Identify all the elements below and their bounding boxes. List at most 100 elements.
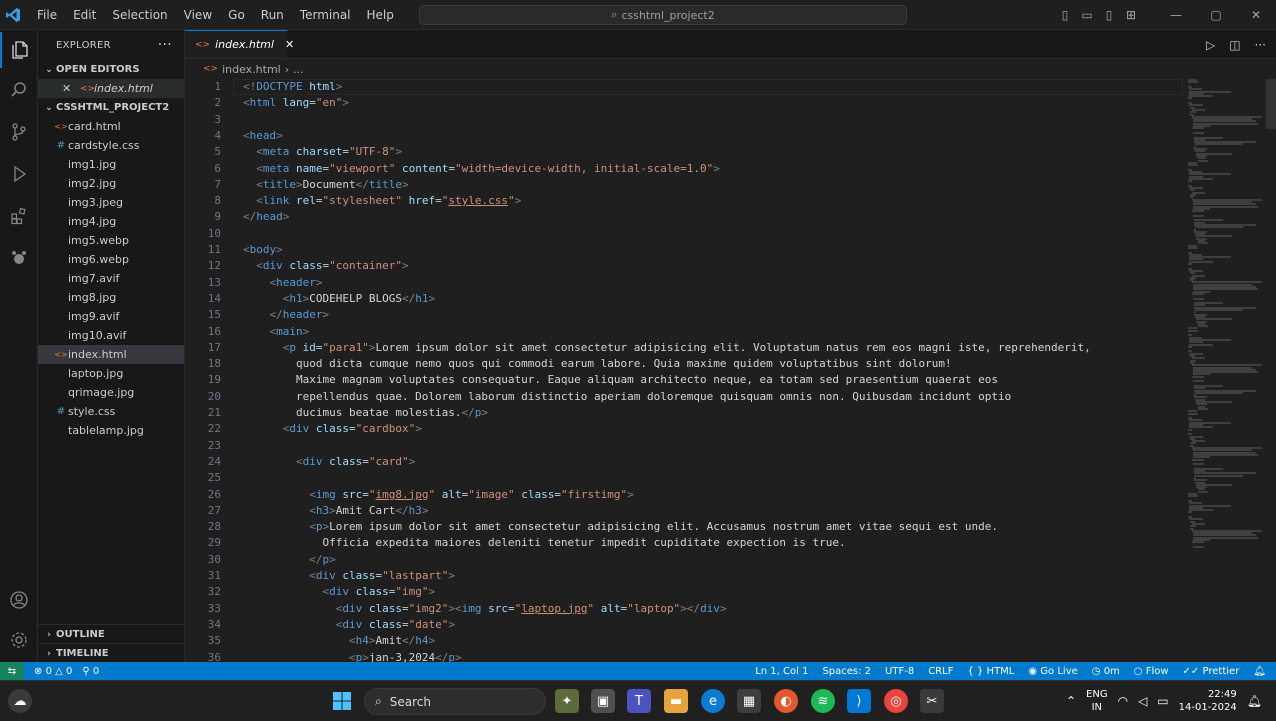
file-label: cardstyle.css: [68, 139, 140, 152]
menu-view[interactable]: View: [177, 5, 219, 25]
menu-go[interactable]: Go: [221, 5, 252, 25]
more-actions-icon[interactable]: ···: [158, 37, 172, 53]
language-mode[interactable]: { } HTML: [967, 666, 1014, 677]
file-item[interactable]: img4.jpg: [38, 212, 184, 231]
open-editor-item[interactable]: ✕ <> index.html: [38, 79, 184, 98]
store-icon[interactable]: ▦: [737, 689, 761, 713]
code-line: 30 </p>: [185, 552, 1185, 568]
customize-layout-icon[interactable]: ⊞: [1120, 8, 1142, 22]
volume-icon[interactable]: ◁: [1138, 694, 1147, 708]
search-view-icon[interactable]: [0, 72, 38, 108]
run-file-icon[interactable]: ▷: [1206, 38, 1215, 52]
go-live-button[interactable]: ◉ Go Live: [1028, 666, 1077, 677]
file-item[interactable]: img7.avif: [38, 269, 184, 288]
encoding[interactable]: UTF-8: [885, 666, 914, 677]
windows-start-icon[interactable]: [330, 689, 354, 713]
file-item[interactable]: <> index.html: [38, 345, 184, 364]
file-item[interactable]: img1.jpg: [38, 155, 184, 174]
menu-run[interactable]: Run: [254, 5, 291, 25]
file-item[interactable]: # cardstyle.css: [38, 136, 184, 155]
problems-indicator[interactable]: ⊗ 0 △ 0: [34, 666, 72, 677]
battery-icon[interactable]: ▭: [1157, 694, 1168, 708]
file-item[interactable]: img2.jpg: [38, 174, 184, 193]
run-debug-icon[interactable]: [0, 156, 38, 192]
file-item[interactable]: img10.avif: [38, 326, 184, 345]
file-item[interactable]: tablelamp.jpg: [38, 421, 184, 440]
code-text: <p id="para1">Lorem ipsum dolor sit amet…: [282, 340, 1091, 354]
code-text: <title>Document</title>: [256, 177, 409, 191]
teams-icon[interactable]: T: [627, 689, 651, 713]
snipping-tool-icon[interactable]: ✂: [920, 689, 944, 713]
file-item[interactable]: qrimage.jpg: [38, 383, 184, 402]
show-hidden-icons-icon[interactable]: ⌃: [1066, 694, 1076, 708]
close-window-icon[interactable]: ✕: [1236, 8, 1276, 22]
widgets-icon[interactable]: ☁: [8, 689, 32, 713]
wifi-icon[interactable]: ◠: [1118, 694, 1128, 708]
edge-icon[interactable]: e: [701, 689, 725, 713]
toggle-panel-icon[interactable]: ▭: [1076, 8, 1098, 22]
file-item[interactable]: # style.css: [38, 402, 184, 421]
explorer-icon[interactable]: [0, 32, 38, 68]
copilot-icon[interactable]: ✦: [555, 689, 579, 713]
close-editor-icon[interactable]: ✕: [62, 82, 76, 95]
code-text: <meta name="viewport" content="width=dev…: [256, 161, 720, 175]
file-item[interactable]: laptop.jpg: [38, 364, 184, 383]
file-item[interactable]: img5.webp: [38, 231, 184, 250]
tab-index-html[interactable]: <> index.html ✕: [185, 30, 294, 58]
more-actions-icon[interactable]: ···: [1255, 38, 1266, 52]
firefox-icon[interactable]: ◐: [774, 689, 798, 713]
remote-explorer-icon[interactable]: [0, 240, 38, 276]
chrome-icon[interactable]: ◎: [884, 689, 908, 713]
minimize-icon[interactable]: —: [1156, 8, 1196, 22]
code-editor[interactable]: 1 <!DOCTYPE html> 2 <html lang="en"> 3 4 <head…: [185, 79, 1185, 662]
file-label: style.css: [68, 405, 116, 418]
menu-file[interactable]: File: [30, 5, 64, 25]
maximize-icon[interactable]: ▢: [1196, 8, 1236, 22]
prettier-indicator[interactable]: ✓✓ Prettier: [1183, 666, 1240, 677]
menu-terminal[interactable]: Terminal: [293, 5, 358, 25]
minimap[interactable]: [1188, 79, 1263, 599]
timeline-section[interactable]: › TIMELINE: [38, 643, 185, 663]
command-center-search[interactable]: ⌕ csshtml_project2: [419, 5, 907, 25]
file-item[interactable]: img8.jpg: [38, 288, 184, 307]
spotify-icon[interactable]: ≋: [811, 689, 835, 713]
line-number: 23: [207, 438, 221, 452]
source-control-icon[interactable]: [0, 114, 38, 150]
flow-indicator[interactable]: ○ Flow: [1134, 666, 1169, 677]
clock[interactable]: 22:49 14-01-2024: [1179, 688, 1237, 714]
taskbar-search[interactable]: ⌕ Search: [364, 688, 546, 715]
menu-help[interactable]: Help: [360, 5, 401, 25]
file-item[interactable]: <> card.html: [38, 117, 184, 136]
extensions-icon[interactable]: [0, 198, 38, 234]
vertical-scrollbar[interactable]: [1266, 79, 1276, 129]
notification-icon[interactable]: 🔔︎: [1247, 694, 1262, 708]
ports-indicator[interactable]: ⚲ 0: [82, 666, 99, 677]
breadcrumb-more[interactable]: ...: [293, 63, 304, 76]
accounts-icon[interactable]: [0, 582, 38, 618]
end-of-line[interactable]: CRLF: [928, 666, 953, 677]
file-item[interactable]: img6.webp: [38, 250, 184, 269]
file-item[interactable]: img3.jpeg: [38, 193, 184, 212]
time-tracker[interactable]: ◷ 0m: [1092, 666, 1120, 677]
outline-section[interactable]: › OUTLINE: [38, 624, 185, 644]
close-tab-icon[interactable]: ✕: [285, 38, 294, 51]
breadcrumb-file[interactable]: index.html: [222, 63, 281, 76]
notifications-bell-icon[interactable]: 🔔︎: [1253, 666, 1266, 677]
toggle-secondary-sidebar-icon[interactable]: ▯: [1098, 8, 1120, 22]
cursor-position[interactable]: Ln 1, Col 1: [755, 666, 808, 677]
minimap-line: [1188, 164, 1198, 167]
indentation[interactable]: Spaces: 2: [822, 666, 871, 677]
vscode-taskbar-icon[interactable]: ⟩: [847, 689, 871, 713]
menu-selection[interactable]: Selection: [105, 5, 174, 25]
remote-indicator-icon[interactable]: ⇆: [0, 662, 24, 680]
open-editors-section[interactable]: ⌄ OPEN EDITORS: [38, 60, 184, 79]
menu-edit[interactable]: Edit: [66, 5, 103, 25]
project-folder-section[interactable]: ⌄ CSSHTML_PROJECT2: [38, 98, 184, 117]
file-explorer-icon[interactable]: ▬: [664, 689, 688, 713]
file-item[interactable]: img9.avif: [38, 307, 184, 326]
toggle-primary-sidebar-icon[interactable]: ▯: [1054, 8, 1076, 22]
task-view-icon[interactable]: ▣: [591, 689, 615, 713]
split-editor-icon[interactable]: ◫: [1229, 38, 1240, 52]
settings-gear-icon[interactable]: [0, 622, 38, 658]
language-indicator[interactable]: ENG IN: [1086, 688, 1108, 714]
